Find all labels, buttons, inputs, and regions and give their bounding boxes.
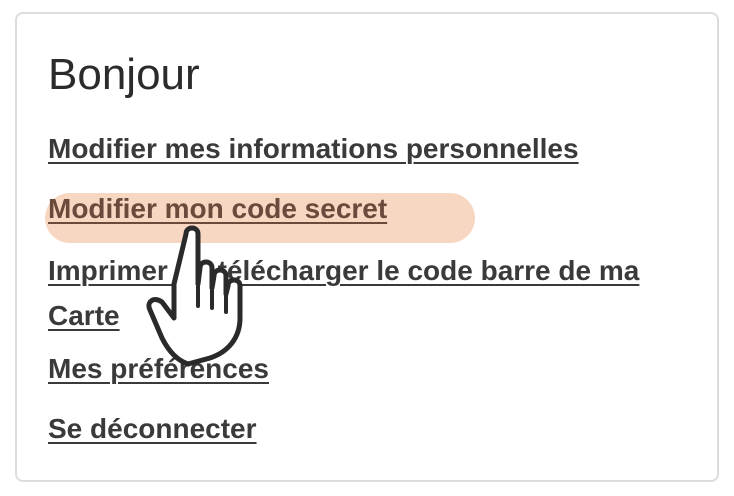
edit-personal-info-link[interactable]: Modifier mes informations personnelles (48, 133, 579, 164)
pointing-hand-icon (146, 225, 243, 367)
logout-link[interactable]: Se déconnecter (48, 413, 257, 444)
list-item: Se déconnecter (48, 408, 688, 468)
list-item: Modifier mes informations personnelles (48, 128, 688, 188)
change-secret-code-link[interactable]: Modifier mon code secret (48, 193, 387, 224)
greeting-heading: Bonjour (48, 50, 200, 99)
account-menu-card: Bonjour Modifier mes informations person… (15, 12, 719, 482)
